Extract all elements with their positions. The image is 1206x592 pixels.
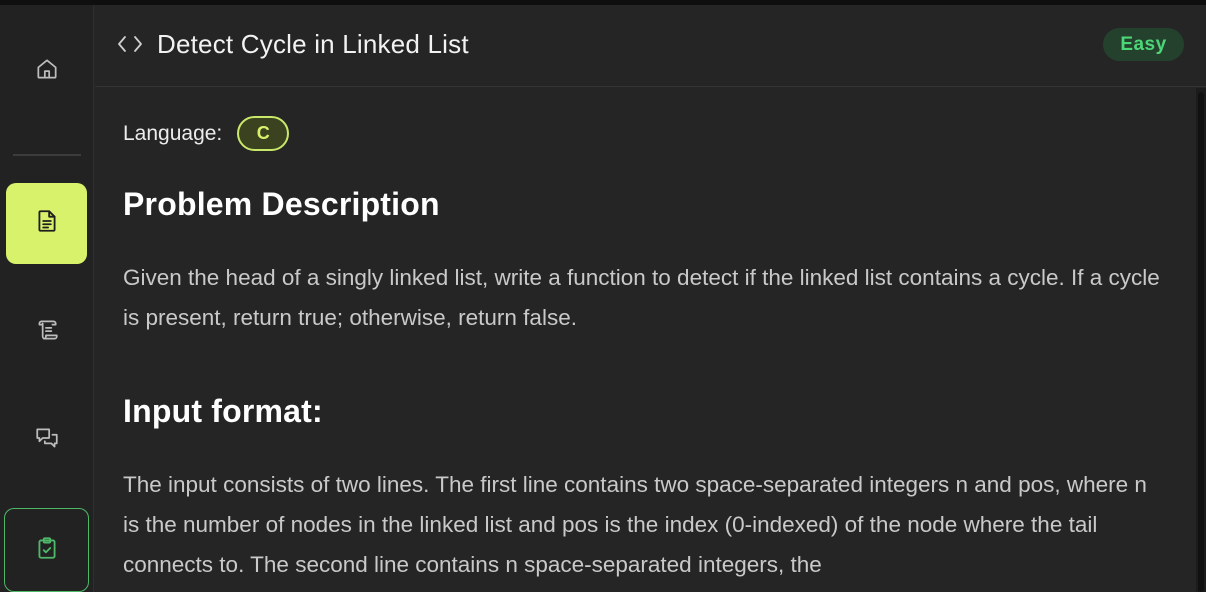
section-text-description: Given the head of a singly linked list, … bbox=[123, 265, 1160, 330]
sidebar-divider bbox=[13, 154, 81, 156]
difficulty-badge: Easy bbox=[1103, 28, 1184, 61]
problem-header: Detect Cycle in Linked List Easy bbox=[95, 5, 1206, 87]
sidebar-item-discuss[interactable] bbox=[6, 400, 87, 481]
scroll-icon bbox=[34, 317, 60, 348]
home-icon bbox=[34, 56, 60, 87]
sidebar-item-problem[interactable] bbox=[6, 183, 87, 264]
language-row: Language: C bbox=[123, 116, 290, 151]
sidebar bbox=[0, 5, 94, 592]
code-brackets-icon bbox=[117, 34, 143, 54]
sidebar-item-editorial[interactable] bbox=[6, 292, 87, 373]
section-heading-input-format: Input format: bbox=[123, 393, 323, 429]
scrollbar-thumb[interactable] bbox=[1198, 92, 1204, 592]
sidebar-item-submissions[interactable] bbox=[4, 508, 89, 592]
app-root: Detect Cycle in Linked List Easy Languag… bbox=[0, 0, 1206, 592]
content-scrollbar[interactable] bbox=[1196, 88, 1206, 592]
language-chip[interactable]: C bbox=[237, 116, 290, 151]
clipboard-check-icon bbox=[34, 535, 60, 566]
section-text-input-format: The input consists of two lines. The fir… bbox=[123, 472, 1147, 577]
page-title: Detect Cycle in Linked List bbox=[157, 29, 469, 59]
sidebar-item-home[interactable] bbox=[6, 31, 87, 112]
section-heading-description: Problem Description bbox=[123, 186, 440, 222]
language-label: Language: bbox=[123, 121, 223, 145]
document-icon bbox=[34, 208, 60, 239]
chat-bubbles-icon bbox=[34, 425, 60, 456]
problem-content: Language: C Problem Description Given th… bbox=[95, 88, 1196, 592]
